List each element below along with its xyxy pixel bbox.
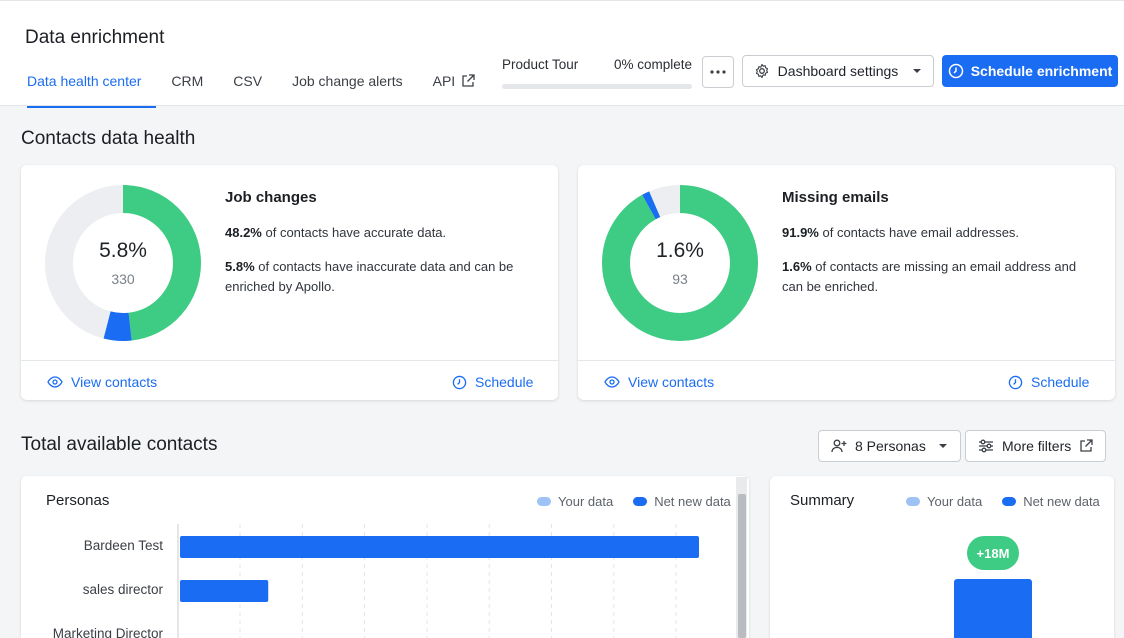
stat-value: 48.2% [225,225,262,240]
tab-label: CRM [171,73,204,89]
legend-swatch [1002,497,1017,506]
tab-bar: Data health center CRM CSV Job change al… [12,69,491,108]
chart-legend: Your data Net new data [906,494,1100,509]
sliders-icon [979,439,993,453]
view-contacts-label: View contacts [628,374,715,390]
card-heading: Missing emails [782,189,889,206]
tab-label: API [432,73,456,89]
tab-crm[interactable]: CRM [156,69,218,107]
card-line-inaccurate: 5.8% of contacts have inaccurate data an… [225,257,535,297]
card-line-missing: 1.6% of contacts are missing an email ad… [782,257,1092,297]
job-changes-card: 5.8% 330 Job changes 48.2% of contacts h… [21,165,558,400]
page-title: Data enrichment [25,27,165,48]
schedule-link[interactable]: Schedule [1008,374,1089,390]
bar-net-new[interactable] [180,580,269,602]
clock-icon [948,63,963,79]
stat-value: 1.6% [782,259,812,274]
eye-icon [604,376,620,388]
product-tour-label: Product Tour [502,57,579,72]
dashboard-settings-label: Dashboard settings [777,63,899,79]
schedule-enrichment-label: Schedule enrichment [970,63,1113,79]
page-header: Data enrichment Data health center CRM C… [0,0,1124,108]
legend-item-net-new[interactable]: Net new data [1002,494,1100,509]
tab-label: Data health center [27,73,142,89]
dashboard-settings-button[interactable]: Dashboard settings [742,55,934,87]
view-contacts-link[interactable]: View contacts [47,374,157,390]
scrollbar-thumb[interactable] [738,494,746,638]
view-contacts-label: View contacts [71,374,158,390]
schedule-label: Schedule [1031,374,1090,390]
donut-percent: 1.6% [656,239,704,262]
personas-bar-chart: Bardeen Test sales director Marketing Dire… [53,524,739,638]
schedule-enrichment-button[interactable]: Schedule enrichment [942,55,1118,87]
ellipsis-icon [710,70,726,74]
bar-net-new[interactable] [180,536,699,558]
gear-icon [755,63,768,79]
donut-center: 1.6% 93 [602,185,758,341]
summary-badge: +18M [967,536,1019,570]
add-person-icon [831,439,847,453]
external-link-icon [462,74,475,87]
donut-count: 330 [111,271,135,287]
caret-down-icon [913,69,922,73]
personas-filter-button[interactable]: 8 Personas [818,430,961,462]
category-label: Bardeen Test [84,538,164,553]
stat-value: 5.8% [225,259,255,274]
personas-filter-label: 8 Personas [855,438,926,454]
tab-csv[interactable]: CSV [218,69,277,107]
section-title-contacts-health: Contacts data health [21,128,196,149]
stat-text: of contacts have accurate data. [261,225,447,240]
stat-text: of contacts have email addresses. [818,225,1020,240]
category-label: Marketing Director [53,626,164,638]
personas-chart-card: Personas Your data Net new data Bardeen … [21,476,749,638]
summary-chart-card: Summary Your data Net new data +18M [770,476,1114,638]
schedule-label: Schedule [475,374,534,390]
schedule-link[interactable]: Schedule [452,374,533,390]
stat-text: of contacts have inaccurate data and can… [225,259,514,294]
eye-icon [47,376,63,388]
donut-center: 5.8% 330 [45,185,201,341]
tab-api[interactable]: API [418,69,491,107]
category-label: sales director [83,582,164,597]
missing-emails-card: 1.6% 93 Missing emails 91.9% of contacts… [578,165,1115,400]
external-link-icon [1080,439,1093,452]
card-footer: View contacts Schedule [21,360,558,400]
legend-swatch [906,497,920,506]
tab-job-change-alerts[interactable]: Job change alerts [277,69,418,107]
progress-bar [502,84,692,89]
section-title-available-contacts: Total available contacts [21,434,218,455]
more-filters-label: More filters [1002,438,1072,454]
stat-value: 91.9% [782,225,819,240]
card-heading: Job changes [225,189,317,206]
more-options-button[interactable] [702,56,734,88]
tab-label: CSV [233,73,263,89]
card-footer: View contacts Schedule [578,360,1115,400]
donut-count: 93 [672,271,688,287]
stat-text: of contacts are missing an email address… [782,259,1077,294]
legend-label: Your data [927,494,983,509]
summary-bar [954,579,1032,638]
clock-icon [452,375,467,389]
donut-percent: 5.8% [99,239,147,262]
tab-label: Job change alerts [292,73,403,89]
product-tour-percent: 0% complete [613,57,692,72]
caret-down-icon [938,444,947,448]
card-line-has-email: 91.9% of contacts have email addresses. [782,223,1092,243]
card-line-accurate: 48.2% of contacts have accurate data. [225,223,535,243]
chart-title: Summary [790,492,855,509]
clock-icon [1008,375,1023,389]
legend-item-your-data[interactable]: Your data [906,494,982,509]
product-tour-progress[interactable]: Product Tour 0% complete [502,57,692,89]
view-contacts-link[interactable]: View contacts [604,374,714,390]
legend-label: Net new data [1023,494,1100,509]
more-filters-button[interactable]: More filters [965,430,1107,462]
tab-data-health-center[interactable]: Data health center [12,69,157,108]
